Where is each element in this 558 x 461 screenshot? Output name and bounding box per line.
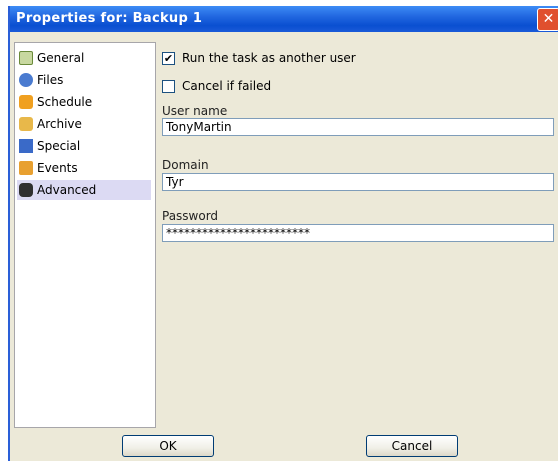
- sidebar-item-advanced[interactable]: Advanced: [17, 180, 151, 200]
- sidebar-item-label: Files: [37, 73, 64, 87]
- cancel-if-failed-label: Cancel if failed: [182, 79, 272, 93]
- general-icon: [19, 51, 33, 65]
- sidebar-item-label: Schedule: [37, 95, 93, 109]
- cancel-if-failed-checkbox[interactable]: [162, 80, 175, 93]
- dialog-footer: OK Cancel: [10, 431, 558, 461]
- password-label: Password: [162, 209, 219, 223]
- advanced-icon: [19, 183, 33, 197]
- run-as-user-label: Run the task as another user: [182, 51, 356, 65]
- sidebar-item-events[interactable]: Events: [17, 158, 151, 178]
- schedule-icon: [19, 95, 33, 109]
- sidebar-nav: General Files Schedule Archive Special E…: [14, 42, 156, 428]
- cancel-button[interactable]: Cancel: [366, 435, 458, 457]
- domain-label: Domain: [162, 158, 209, 172]
- special-icon: [19, 139, 33, 153]
- sidebar-item-special[interactable]: Special: [17, 136, 151, 156]
- domain-input[interactable]: Tyr: [162, 173, 554, 191]
- sidebar-item-label: General: [37, 51, 85, 65]
- sidebar-item-label: Advanced: [37, 183, 97, 197]
- password-input[interactable]: ************************: [162, 224, 554, 242]
- run-as-user-checkbox[interactable]: ✔: [162, 52, 175, 65]
- sidebar-item-label: Events: [37, 161, 78, 175]
- sidebar-item-label: Special: [37, 139, 81, 153]
- username-label: User name: [162, 104, 228, 118]
- sidebar-item-general[interactable]: General: [17, 48, 151, 68]
- username-input[interactable]: TonyMartin: [162, 118, 554, 136]
- sidebar-item-label: Archive: [37, 117, 82, 131]
- properties-dialog: Properties for: Backup 1 ✕ General Files…: [8, 6, 558, 461]
- ok-button[interactable]: OK: [122, 435, 214, 457]
- window-title: Properties for: Backup 1: [16, 11, 203, 26]
- title-bar[interactable]: Properties for: Backup 1 ✕: [10, 6, 558, 32]
- sidebar-item-files[interactable]: Files: [17, 70, 151, 90]
- sidebar-item-schedule[interactable]: Schedule: [17, 92, 151, 112]
- archive-icon: [19, 117, 33, 131]
- sidebar-item-archive[interactable]: Archive: [17, 114, 151, 134]
- events-icon: [19, 161, 33, 175]
- close-button[interactable]: ✕: [537, 8, 558, 31]
- files-icon: [19, 73, 33, 87]
- advanced-panel: ✔ Run the task as another user Cancel if…: [156, 42, 558, 428]
